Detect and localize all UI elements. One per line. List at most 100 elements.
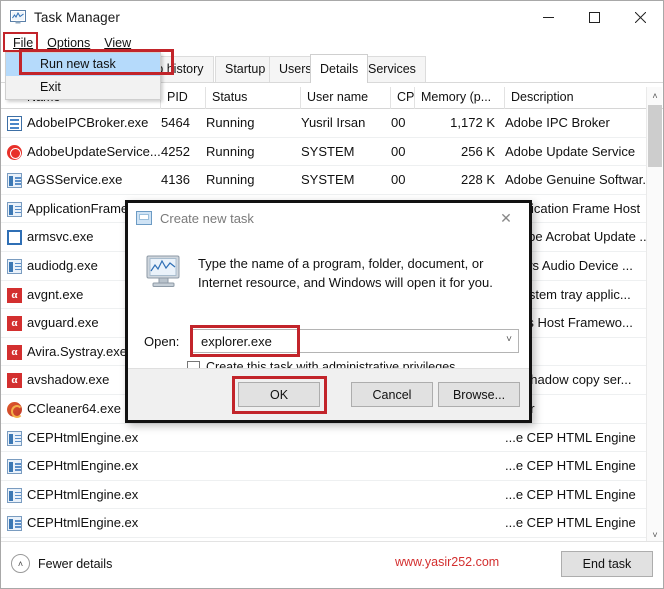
process-name-cell: CEPHtmlEngine.ex [27, 429, 139, 445]
chevron-down-icon[interactable]: ˅ [506, 334, 512, 345]
monitor-icon [144, 255, 184, 289]
table-row[interactable]: CEPHtmlEngine.ex ...e CEP HTML Engine [1, 481, 648, 510]
status-cell [206, 481, 286, 510]
table-row[interactable]: CEPHtmlEngine.ex ...e CEP HTML Engine [1, 509, 648, 538]
table-row[interactable]: CEPHtmlEngine.ex ...e CEP HTML Engine [1, 424, 648, 453]
browse-button[interactable]: Browse... [438, 382, 520, 407]
scrollbar-thumb[interactable] [648, 105, 662, 167]
pid-cell [161, 424, 209, 453]
open-combobox[interactable]: explorer.exe ˅ [192, 329, 519, 353]
pid-cell [161, 509, 209, 538]
dialog-title-text: Create new task [160, 210, 254, 226]
description-cell: Adobe IPC Broker [505, 115, 610, 130]
chevron-up-icon: ˄ [11, 554, 30, 573]
column-header-memory[interactable]: Memory (p... [415, 87, 505, 109]
table-row[interactable]: AGSService.exe 4136 Running SYSTEM 00 228 K Ad… [1, 166, 648, 195]
table-row[interactable]: AdobeUpdateService... 4252 Running SYSTEM 00… [1, 138, 648, 167]
tab-startup[interactable]: Startup [215, 56, 276, 82]
footer-bar: ˄ Fewer details www.yasir252.com End tas… [1, 541, 663, 588]
doc-icon [7, 116, 22, 131]
username-cell [301, 481, 393, 510]
window-title: Task Manager [34, 9, 120, 25]
column-header-username[interactable]: User name [301, 87, 391, 109]
title-bar: Task Manager [1, 1, 663, 33]
create-new-task-dialog: Create new task ✕ Type the name of a pro… [125, 200, 532, 423]
minimize-button[interactable] [525, 1, 571, 33]
column-header-status[interactable]: Status [206, 87, 301, 109]
username-cell: SYSTEM [301, 143, 355, 159]
pid-cell [161, 481, 209, 510]
ccleaner-icon [7, 401, 23, 418]
memory-cell [415, 509, 495, 538]
table-row[interactable]: AdobeIPCBroker.exe 5464 Running Yusril Irsa… [1, 109, 648, 138]
fewer-details-label: Fewer details [38, 556, 113, 571]
column-header-description[interactable]: Description [505, 87, 648, 109]
cancel-button[interactable]: Cancel [351, 382, 433, 407]
column-header-pid[interactable]: PID [161, 87, 206, 109]
username-cell [301, 424, 393, 453]
description-cell: ...e CEP HTML Engine [505, 458, 636, 474]
avira-icon: α [7, 316, 22, 332]
task-manager-icon [10, 9, 26, 25]
username-cell: Yusril Irsan [301, 115, 366, 130]
username-cell [301, 509, 393, 538]
adobe-icon [7, 144, 22, 160]
description-cell: ...e CEP HTML Engine [505, 515, 636, 531]
create-task-icon [136, 211, 152, 225]
open-label: Open: [144, 333, 180, 349]
status-cell [206, 452, 286, 481]
column-header-cpu[interactable]: CPU [391, 87, 415, 109]
avira-icon: α [7, 373, 22, 389]
table-row[interactable]: CEPHtmlEngine.ex ...e CEP HTML Engine [1, 452, 648, 481]
watermark-text: www.yasir252.com [395, 555, 500, 569]
blue-icon [7, 201, 22, 217]
username-cell: SYSTEM [301, 172, 355, 188]
dialog-footer: OK Cancel Browse... [128, 368, 529, 420]
process-name-cell: CEPHtmlEngine.ex [27, 486, 139, 502]
status-cell [206, 509, 286, 538]
status-cell: Running [206, 115, 255, 130]
close-button[interactable] [617, 1, 663, 33]
menu-file[interactable]: File [6, 35, 40, 51]
ok-button[interactable]: OK [238, 382, 320, 407]
menu-bar: File Options View [1, 33, 663, 53]
window-controls [525, 1, 663, 33]
avira-icon: α [7, 344, 22, 360]
process-name-cell: CEPHtmlEngine.ex [27, 515, 139, 531]
vertical-scrollbar[interactable]: ˄ ˅ [646, 87, 662, 543]
description-cell: ...e CEP HTML Engine [505, 429, 636, 445]
memory-cell: 228 K [461, 172, 495, 188]
pid-cell: 5464 [161, 115, 190, 130]
process-name-cell: CEPHtmlEngine.ex [27, 458, 139, 474]
process-name-cell: AdobeUpdateService... [27, 143, 161, 159]
memory-cell [415, 452, 495, 481]
memory-cell: 256 K [461, 143, 495, 159]
blue-icon [7, 516, 22, 532]
menu-view[interactable]: View [97, 35, 138, 51]
description-cell: Adobe Update Service [505, 143, 636, 159]
square-icon [7, 230, 22, 246]
scroll-up-arrow[interactable]: ˄ [647, 87, 663, 104]
blue-icon [7, 430, 22, 446]
dialog-description: Type the name of a program, folder, docu… [198, 256, 493, 290]
file-dropdown-menu[interactable]: Run new task Exit [5, 52, 161, 100]
end-task-button[interactable]: End task [561, 551, 653, 577]
status-cell: Running [206, 172, 255, 188]
dialog-close-icon[interactable]: ✕ [489, 206, 523, 230]
description-cell: ...e CEP HTML Engine [505, 486, 636, 502]
open-input-value[interactable]: explorer.exe [193, 334, 272, 349]
process-name-cell: AGSService.exe [27, 172, 123, 188]
dialog-body: Type the name of a program, folder, docu… [128, 233, 529, 374]
memory-cell [415, 424, 495, 453]
open-field-row: Open: explorer.exe ˅ [144, 329, 519, 353]
maximize-button[interactable] [571, 1, 617, 33]
process-name-cell: AdobeIPCBroker.exe [27, 115, 149, 130]
fewer-details-button[interactable]: ˄ Fewer details [11, 554, 112, 573]
menu-item-exit[interactable]: Exit [6, 76, 160, 99]
menu-options[interactable]: Options [40, 35, 97, 51]
tab-details[interactable]: Details [310, 54, 369, 83]
blue-icon [7, 487, 22, 503]
blue-icon [7, 173, 22, 189]
pid-cell [161, 452, 209, 481]
menu-item-run-new-task[interactable]: Run new task [6, 53, 160, 76]
